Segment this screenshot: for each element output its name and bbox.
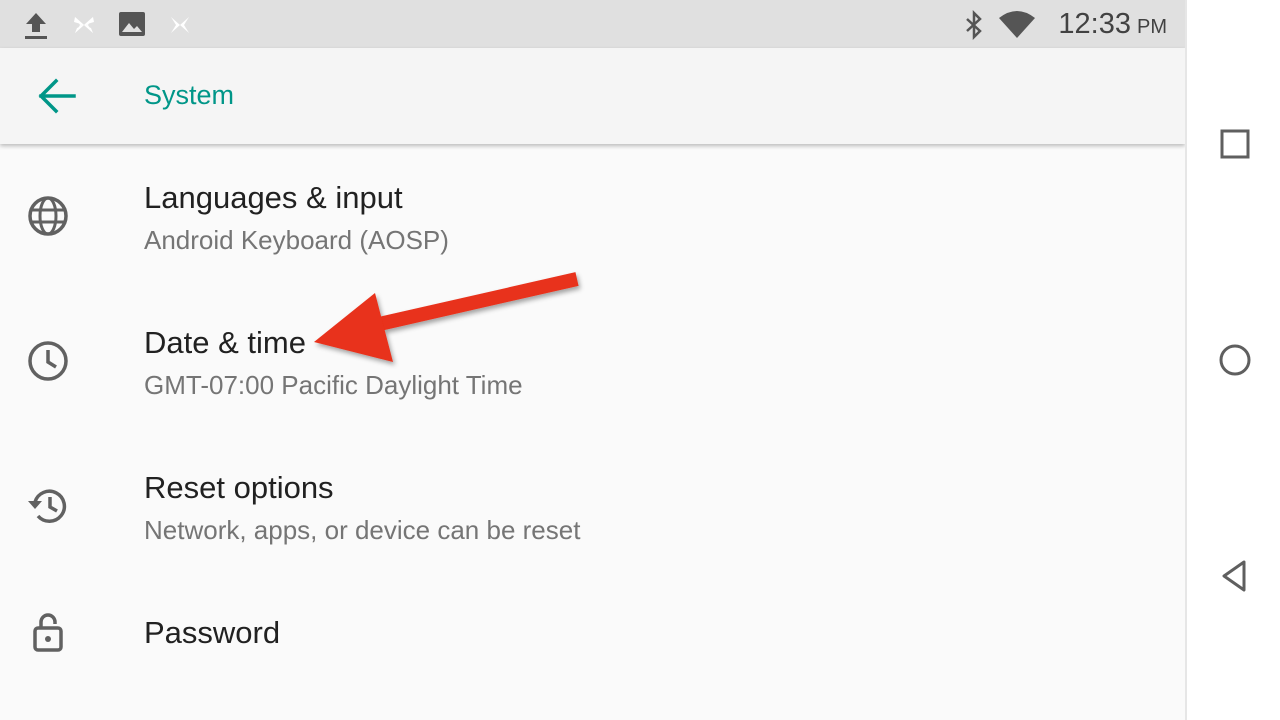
settings-item-reset-options[interactable]: Reset options Network, apps, or device c…	[0, 434, 1185, 579]
back-button[interactable]	[30, 76, 82, 116]
item-title: Password	[144, 615, 281, 650]
image-icon	[119, 12, 145, 36]
item-title: Languages & input	[144, 180, 403, 215]
globe-icon	[28, 196, 68, 236]
settings-item-password[interactable]: Password	[0, 579, 1185, 720]
app-toolbar: System	[0, 48, 1185, 144]
status-bar-time: 12:33 PM	[1058, 8, 1167, 40]
pinwheel-icon	[171, 17, 189, 33]
wifi-icon	[999, 11, 1035, 38]
history-icon	[28, 489, 67, 523]
back-icon[interactable]	[1213, 554, 1257, 598]
home-icon[interactable]	[1213, 338, 1257, 382]
settings-item-languages-input[interactable]: Languages & input Android Keyboard (AOSP…	[0, 144, 1185, 289]
lock-open-icon	[33, 613, 63, 652]
navigation-bar	[1185, 0, 1280, 720]
clock-icon	[28, 341, 68, 381]
bluetooth-icon	[966, 10, 982, 40]
page-title: System	[144, 80, 235, 110]
item-title: Reset options	[144, 470, 334, 505]
arrow-left-icon	[38, 78, 76, 114]
upload-icon	[25, 13, 47, 39]
settings-screen: 12:33 PM System Languages & input Android…	[0, 0, 1185, 720]
item-subtitle: Android Keyboard (AOSP)	[144, 225, 449, 255]
status-bar: 12:33 PM	[0, 0, 1185, 48]
item-subtitle: GMT-07:00 Pacific Daylight Time	[144, 370, 523, 400]
recents-icon[interactable]	[1213, 122, 1257, 166]
item-subtitle: Network, apps, or device can be reset	[144, 515, 581, 545]
settings-item-date-time[interactable]: Date & time GMT-07:00 Pacific Daylight T…	[0, 289, 1185, 434]
item-title: Date & time	[144, 325, 306, 360]
pinwheel-icon	[74, 17, 94, 33]
